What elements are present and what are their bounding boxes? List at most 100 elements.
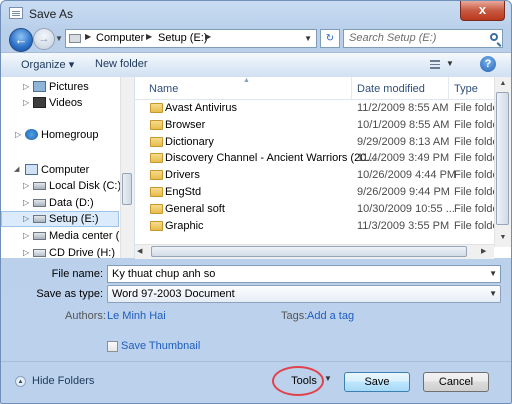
authors-label: Authors: xyxy=(65,310,106,322)
sidebar-item-computer[interactable]: ◢ Computer xyxy=(1,162,119,178)
file-date-modified: 11/2/2009 8:55 AM xyxy=(357,102,449,114)
tags-field[interactable]: Add a tag xyxy=(307,310,354,322)
expand-icon[interactable]: ▷ xyxy=(23,178,29,194)
column-type[interactable]: Type xyxy=(454,83,478,95)
list-item[interactable]: Graphic 11/3/2009 3:55 PM File folde xyxy=(145,218,511,235)
scroll-right-icon[interactable]: ▶ xyxy=(481,245,486,259)
breadcrumb-setup[interactable]: Setup (E:) xyxy=(158,32,208,44)
file-name: Browser xyxy=(165,118,206,131)
list-item[interactable]: Dictionary 9/29/2009 8:13 AM File folde xyxy=(145,134,511,151)
sidebar-item-setup[interactable]: ▷ Setup (E:) xyxy=(1,211,119,227)
file-name-label: File name: xyxy=(51,268,103,280)
list-item[interactable]: General soft 10/30/2009 10:55 ... File fol… xyxy=(145,201,511,218)
close-button[interactable]: x xyxy=(460,1,505,21)
save-thumbnail-label[interactable]: Save Thumbnail xyxy=(121,340,200,352)
column-divider[interactable] xyxy=(351,77,352,99)
list-item[interactable]: Drivers 10/26/2009 4:44 PM File folde xyxy=(145,167,511,184)
sidebar-item-label: CD Drive (H:) xyxy=(49,247,115,258)
tools-button[interactable]: Tools xyxy=(281,372,327,390)
sidebar-item-pictures[interactable]: ▷ Pictures xyxy=(1,79,119,95)
chevron-right-icon[interactable]: ▶ xyxy=(85,32,91,41)
column-divider[interactable] xyxy=(448,77,449,99)
drive-icon xyxy=(33,182,46,190)
back-button[interactable]: ← xyxy=(9,28,33,52)
scrollbar-thumb[interactable] xyxy=(496,92,509,225)
cancel-button[interactable]: Cancel xyxy=(423,372,489,392)
chevron-down-icon[interactable]: ▼ xyxy=(489,266,497,282)
scroll-down-icon[interactable]: ▼ xyxy=(495,231,511,245)
list-item[interactable]: Browser 10/1/2009 8:55 AM File folde xyxy=(145,117,511,134)
folder-icon xyxy=(150,103,163,113)
expand-icon[interactable]: ▷ xyxy=(23,211,29,227)
scroll-left-icon[interactable]: ◀ xyxy=(137,245,142,259)
sidebar-item-label: Data (D:) xyxy=(49,197,94,209)
chevron-up-icon: ▲ xyxy=(15,376,26,387)
navigation-scrollbar[interactable] xyxy=(120,77,134,258)
file-list: ▲ Name Date modified Type Avast Antiviru… xyxy=(135,77,511,258)
file-date-modified: 10/30/2009 10:55 ... xyxy=(357,202,455,215)
sidebar-item-data[interactable]: ▷ Data (D:) xyxy=(1,195,119,211)
sidebar-item-homegroup[interactable]: ▷ Homegroup xyxy=(1,127,119,143)
chevron-down-icon[interactable]: ▼ xyxy=(324,374,332,383)
list-item[interactable]: Discovery Channel - Ancient Warriors (20… xyxy=(145,150,511,167)
videos-icon xyxy=(33,97,46,108)
chevron-down-icon[interactable]: ▼ xyxy=(446,59,454,68)
refresh-button[interactable]: ↻ xyxy=(320,29,340,48)
expand-icon[interactable]: ▷ xyxy=(23,245,29,258)
column-date-modified[interactable]: Date modified xyxy=(357,83,425,95)
chevron-right-icon[interactable]: ▶ xyxy=(146,32,152,41)
organize-button[interactable]: Organize ▾ xyxy=(21,58,74,71)
authors-field[interactable]: Le Minh Hai xyxy=(107,310,166,322)
command-bar: Organize ▾ New folder ▼ ? xyxy=(1,52,511,78)
help-icon[interactable]: ? xyxy=(480,56,496,72)
sort-ascending-icon: ▲ xyxy=(243,77,250,84)
column-name[interactable]: Name xyxy=(149,83,178,95)
scrollbar-thumb[interactable] xyxy=(122,173,132,205)
window-icon xyxy=(9,7,23,19)
chevron-down-icon[interactable]: ▼ xyxy=(489,286,497,302)
sidebar-item-local-disk[interactable]: ▷ Local Disk (C:) xyxy=(1,178,122,194)
sidebar-item-cd-drive[interactable]: ▷ CD Drive (H:) xyxy=(1,245,119,258)
save-thumbnail-checkbox[interactable] xyxy=(107,341,118,352)
tags-label: Tags: xyxy=(281,310,308,322)
breadcrumb-computer[interactable]: Computer xyxy=(96,32,144,44)
expand-icon[interactable]: ▷ xyxy=(23,95,29,111)
file-type: File folde xyxy=(454,186,499,198)
expand-icon[interactable]: ▷ xyxy=(23,195,29,211)
expand-icon[interactable]: ▷ xyxy=(23,228,29,244)
folder-icon xyxy=(150,136,163,147)
file-date-modified: 9/29/2009 8:13 AM xyxy=(357,135,450,148)
expand-icon[interactable]: ▷ xyxy=(15,127,21,143)
sidebar-item-media-center[interactable]: ▷ Media center (F:) xyxy=(1,228,133,244)
address-bar[interactable]: ▶ Computer ▶ Setup (E:) ▶ ▼ xyxy=(65,29,317,48)
save-as-type-select[interactable]: Word 97-2003 Document ▼ xyxy=(107,285,501,303)
save-button[interactable]: Save xyxy=(344,372,410,392)
sidebar-item-label: Local Disk (C:) xyxy=(49,180,122,192)
forward-button[interactable]: → xyxy=(33,28,55,50)
collapse-icon[interactable]: ◢ xyxy=(14,162,19,178)
sidebar-item-videos[interactable]: ▷ Videos xyxy=(1,95,119,111)
views-icon[interactable] xyxy=(430,60,440,69)
new-folder-button[interactable]: New folder xyxy=(95,58,148,70)
file-name: Avast Antivirus xyxy=(165,102,237,114)
file-name-field[interactable]: Ky thuat chup anh so ▼ xyxy=(107,265,501,283)
search-input[interactable]: Search Setup (E:) xyxy=(343,29,503,48)
horizontal-scrollbar[interactable]: ◀ ▶ xyxy=(135,244,494,259)
drive-icon xyxy=(33,199,46,207)
scrollbar-thumb[interactable] xyxy=(151,246,467,257)
hide-folders-label: Hide Folders xyxy=(32,375,95,387)
file-list-scrollbar[interactable]: ▲ ▼ xyxy=(494,77,511,247)
list-item[interactable]: EngStd 9/26/2009 9:44 PM File folde xyxy=(145,184,511,201)
list-item[interactable]: Avast Antivirus 11/2/2009 8:55 AM File fol… xyxy=(145,100,511,117)
scroll-up-icon[interactable]: ▲ xyxy=(495,77,511,91)
folder-icon xyxy=(150,153,163,164)
cd-drive-icon xyxy=(33,249,46,257)
save-as-type-value: Word 97-2003 Document xyxy=(112,288,235,300)
file-date-modified: 11/4/2009 3:49 PM xyxy=(357,152,450,165)
file-type: File folde xyxy=(454,169,499,182)
chevron-right-icon[interactable]: ▶ xyxy=(205,32,211,41)
expand-icon[interactable]: ▷ xyxy=(23,79,29,95)
close-icon: x xyxy=(478,2,487,17)
chevron-down-icon[interactable]: ▼ xyxy=(304,34,312,43)
recent-pages-dropdown[interactable]: ▼ xyxy=(55,34,63,43)
